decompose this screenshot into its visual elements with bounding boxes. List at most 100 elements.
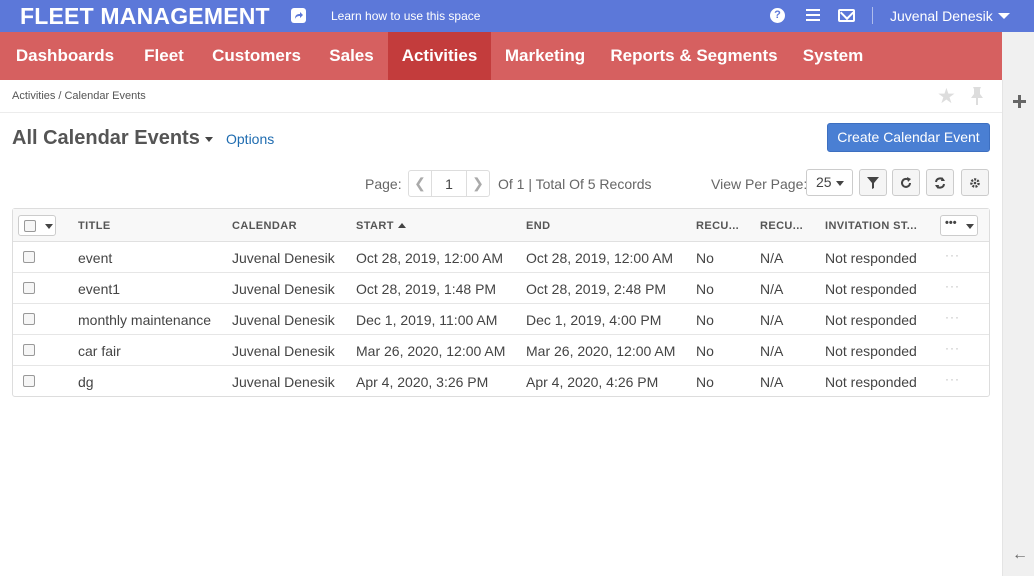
breadcrumb-separator: / <box>58 90 62 102</box>
help-icon[interactable]: ? <box>770 8 785 23</box>
nav-item-customers[interactable]: Customers <box>198 32 315 80</box>
grid-actions-dropdown[interactable]: ••• <box>940 215 978 236</box>
column-header-recurring[interactable]: RECU... <box>696 220 739 232</box>
chevron-down-icon[interactable] <box>205 137 213 142</box>
cell-title: event <box>78 250 113 266</box>
table-row[interactable]: event Juvenal Denesik Oct 28, 2019, 12:00 … <box>13 242 989 273</box>
row-checkbox[interactable] <box>23 313 35 325</box>
breadcrumb-activities[interactable]: Activities <box>12 90 55 102</box>
row-actions-icon[interactable]: ··· <box>945 372 960 386</box>
nav-item-fleet[interactable]: Fleet <box>130 32 198 80</box>
grid-header: TITLE CALENDAR START END RECU... RECU...… <box>13 209 989 242</box>
row-actions-icon[interactable]: ··· <box>945 310 960 324</box>
chevron-down-icon <box>966 224 974 229</box>
header-divider <box>0 112 1002 113</box>
cell-title: event1 <box>78 281 121 297</box>
column-header-title[interactable]: TITLE <box>78 220 111 232</box>
cell-recurring: No <box>696 343 714 359</box>
cell-recurrence: N/A <box>760 281 784 297</box>
cell-start: Oct 28, 2019, 12:00 AM <box>356 250 504 266</box>
select-all-dropdown[interactable] <box>18 215 56 236</box>
filter-button[interactable] <box>859 169 887 196</box>
cell-calendar: Juvenal Denesik <box>232 312 335 328</box>
row-checkbox[interactable] <box>23 375 35 387</box>
pager-info: Of 1 | Total Of 5 Records <box>498 176 652 192</box>
top-bar: FLEET MANAGEMENT Learn how to use this s… <box>0 0 1034 32</box>
column-header-start[interactable]: START <box>356 220 406 232</box>
pager-label: Page: <box>365 176 402 192</box>
cell-end: Oct 28, 2019, 12:00 AM <box>526 250 674 266</box>
cell-recurring: No <box>696 374 714 390</box>
grid-settings-button[interactable] <box>961 169 989 196</box>
cell-recurring: No <box>696 312 714 328</box>
cell-invitation-status: Not responded <box>825 250 917 266</box>
cell-title: car fair <box>78 343 121 359</box>
cell-recurring: No <box>696 281 714 297</box>
right-sidebar: ← <box>1002 80 1034 576</box>
user-menu[interactable]: Juvenal Denesik <box>890 8 993 24</box>
cell-recurrence: N/A <box>760 374 784 390</box>
star-icon[interactable]: ★ <box>937 84 956 109</box>
nav-item-activities[interactable]: Activities <box>388 32 491 80</box>
cell-start: Oct 28, 2019, 1:48 PM <box>356 281 497 297</box>
chevron-down-icon[interactable] <box>998 13 1010 19</box>
column-header-invitation-status[interactable]: INVITATION ST... <box>825 220 917 232</box>
gear-icon <box>970 178 980 188</box>
sort-ascending-icon <box>397 223 406 228</box>
nav-item-marketing[interactable]: Marketing <box>491 32 599 80</box>
nav-item-reports-segments[interactable]: Reports & Segments <box>599 32 789 80</box>
row-checkbox[interactable] <box>23 344 35 356</box>
cell-end: Apr 4, 2020, 4:26 PM <box>526 374 659 390</box>
mail-icon[interactable] <box>838 9 855 22</box>
row-actions-icon[interactable]: ··· <box>945 279 960 293</box>
table-row[interactable]: car fair Juvenal Denesik Mar 26, 2020, 12:… <box>13 335 989 366</box>
row-checkbox[interactable] <box>23 251 35 263</box>
cell-invitation-status: Not responded <box>825 343 917 359</box>
column-header-recurrence[interactable]: RECU... <box>760 220 803 232</box>
breadcrumb: Activities / Calendar Events <box>12 90 146 102</box>
cell-invitation-status: Not responded <box>825 281 917 297</box>
row-actions-icon[interactable]: ··· <box>945 248 960 262</box>
topbar-divider <box>872 7 873 24</box>
table-row[interactable]: dg Juvenal Denesik Apr 4, 2020, 3:26 PM Apr… <box>13 366 989 397</box>
column-header-calendar[interactable]: CALENDAR <box>232 220 297 232</box>
chevron-down-icon[interactable] <box>45 224 53 229</box>
nav-item-dashboards[interactable]: Dashboards <box>0 32 130 80</box>
arrow-left-icon[interactable]: ← <box>1012 546 1028 564</box>
view-per-page-select[interactable]: 25 <box>806 169 853 196</box>
calendar-events-grid: TITLE CALENDAR START END RECU... RECU...… <box>12 208 990 397</box>
cell-end: Mar 26, 2020, 12:00 AM <box>526 343 676 359</box>
create-calendar-event-button[interactable]: Create Calendar Event <box>827 123 990 152</box>
cell-title: monthly maintenance <box>78 312 212 328</box>
chevron-down-icon <box>836 181 844 186</box>
cell-start: Apr 4, 2020, 3:26 PM <box>356 374 489 390</box>
select-all-checkbox[interactable] <box>24 220 36 232</box>
cell-calendar: Juvenal Denesik <box>232 343 335 359</box>
cell-invitation-status: Not responded <box>825 312 917 328</box>
hamburger-menu-icon[interactable] <box>806 9 820 22</box>
pin-icon[interactable] <box>969 86 985 106</box>
cell-calendar: Juvenal Denesik <box>232 250 335 266</box>
column-header-end[interactable]: END <box>526 220 550 232</box>
table-row[interactable]: monthly maintenance Juvenal Denesik Dec 1,… <box>13 304 989 335</box>
page-number-input[interactable] <box>431 170 467 197</box>
nav-item-system[interactable]: System <box>789 32 877 80</box>
share-icon[interactable] <box>291 8 306 23</box>
reset-button[interactable] <box>926 169 954 196</box>
plus-icon[interactable] <box>1013 95 1026 108</box>
table-row[interactable]: event1 Juvenal Denesik Oct 28, 2019, 1:48 … <box>13 273 989 304</box>
row-actions-icon[interactable]: ··· <box>945 341 960 355</box>
options-link[interactable]: Options <box>226 131 274 147</box>
ellipsis-icon: ••• <box>945 217 957 229</box>
learn-link[interactable]: Learn how to use this space <box>331 9 480 23</box>
next-page-button[interactable]: ❯ <box>466 170 490 197</box>
page-title[interactable]: All Calendar Events <box>12 127 200 150</box>
cell-recurring: No <box>696 250 714 266</box>
cell-recurrence: N/A <box>760 250 784 266</box>
refresh-button[interactable] <box>892 169 920 196</box>
nav-item-sales[interactable]: Sales <box>315 32 388 80</box>
previous-page-button[interactable]: ❮ <box>408 170 432 197</box>
app-brand[interactable]: FLEET MANAGEMENT <box>20 3 270 30</box>
cell-start: Dec 1, 2019, 11:00 AM <box>356 312 498 328</box>
row-checkbox[interactable] <box>23 282 35 294</box>
